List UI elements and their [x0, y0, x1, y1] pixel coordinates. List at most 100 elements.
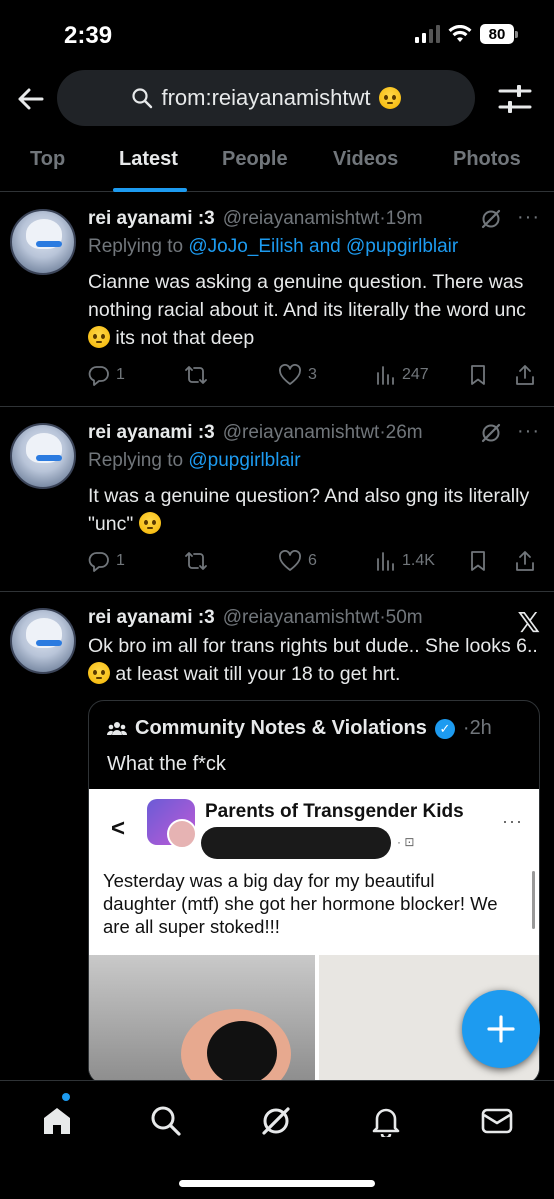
tweet-1[interactable]: rei ayanami :3 @reiayanamishtwt · 19m ··… — [0, 193, 554, 407]
bell-icon — [372, 1108, 400, 1137]
bookmark-button[interactable] — [468, 550, 488, 572]
tab-latest[interactable]: Latest — [119, 148, 178, 171]
tab-videos[interactable]: Videos — [333, 148, 398, 171]
repost-icon — [185, 552, 207, 570]
repost-button[interactable] — [184, 364, 208, 386]
tweet-time: 19m — [385, 208, 423, 229]
views-button[interactable]: 1.4K — [374, 550, 435, 572]
like-button[interactable]: 3 — [278, 364, 317, 386]
view-count: 247 — [402, 366, 429, 383]
reply-mentions[interactable]: @pupgirlblair — [188, 450, 300, 471]
share-button[interactable] — [514, 550, 536, 572]
author-handle[interactable]: @reiayanamishtwt — [223, 607, 380, 629]
arrow-left-icon — [18, 88, 44, 110]
bookmark-icon — [471, 365, 485, 385]
repost-button[interactable] — [184, 550, 208, 572]
battery-icon: 80 — [480, 24, 518, 44]
more-icon[interactable]: ··· — [517, 420, 540, 443]
like-button[interactable]: 6 — [278, 550, 317, 572]
share-icon — [516, 551, 534, 571]
tab-top[interactable]: Top — [30, 148, 65, 171]
status-icons: 80 — [415, 24, 518, 44]
quote-header: Community Notes & Violations ✓ ·2h — [107, 717, 492, 740]
battery-level: 80 — [480, 24, 514, 44]
nav-home[interactable] — [37, 1101, 77, 1141]
tweet-header: rei ayanami :3 @reiayanamishtwt · 50m — [88, 607, 423, 629]
heart-icon — [279, 550, 301, 571]
nav-messages[interactable] — [477, 1101, 517, 1141]
search-icon — [132, 88, 153, 109]
reply-count: 1 — [116, 552, 125, 569]
cellular-signal-icon — [415, 25, 440, 43]
quote-time: 2h — [469, 717, 492, 739]
nav-notifications[interactable] — [366, 1101, 406, 1141]
reply-mentions[interactable]: @JoJo_Eilish and @pupgirlblair — [188, 236, 458, 257]
back-button[interactable] — [10, 80, 50, 118]
sliders-icon[interactable] — [498, 83, 532, 115]
reply-button[interactable]: 1 — [88, 550, 125, 572]
quote-author-name[interactable]: Community Notes & Violations — [135, 717, 427, 740]
author-name[interactable]: rei ayanami :3 — [88, 422, 215, 444]
tab-photos[interactable]: Photos — [453, 148, 521, 171]
views-button[interactable]: 247 — [374, 364, 429, 386]
avatar[interactable] — [10, 423, 76, 489]
compose-button[interactable] — [462, 990, 540, 1068]
like-count: 6 — [308, 552, 317, 569]
grok-icon — [262, 1107, 290, 1135]
community-icon — [107, 721, 127, 735]
tweet-time: 26m — [385, 422, 423, 443]
search-input[interactable]: from:reiayanamishtwt — [57, 70, 475, 126]
share-icon — [516, 365, 534, 385]
author-handle[interactable]: @reiayanamishtwt — [223, 208, 380, 230]
pleading-emoji-icon — [88, 662, 110, 684]
audience-icon: · ⊡ — [397, 835, 415, 849]
tweet-text: It was a genuine question? And also gng … — [88, 485, 530, 535]
tweet-header: rei ayanami :3 @reiayanamishtwt · 26m — [88, 422, 423, 444]
search-query: from:reiayanamishtwt — [161, 85, 371, 110]
scrollbar — [532, 871, 535, 929]
poster-avatar — [167, 819, 197, 849]
tweet-time: 50m — [385, 607, 423, 628]
view-count: 1.4K — [402, 552, 435, 569]
pleading-emoji-icon — [88, 326, 110, 348]
home-icon — [44, 1108, 70, 1134]
reply-icon — [88, 552, 109, 572]
tweet-actions: 1 3 247 — [88, 361, 540, 389]
tweet-actions: 1 6 1.4K — [88, 547, 540, 575]
views-icon — [377, 366, 394, 385]
heart-icon — [279, 364, 301, 385]
avatar[interactable] — [10, 608, 76, 674]
nav-grok[interactable] — [256, 1101, 296, 1141]
more-icon[interactable]: ··· — [517, 206, 540, 229]
author-name[interactable]: rei ayanami :3 — [88, 607, 215, 629]
home-indicator[interactable] — [179, 1180, 375, 1187]
share-button[interactable] — [514, 364, 536, 386]
plus-icon — [487, 1015, 515, 1043]
post-text: Yesterday was a big day for my beautiful… — [103, 870, 498, 937]
more-icon: ··· — [502, 811, 523, 831]
wifi-icon — [448, 25, 472, 42]
chevron-left-icon: < — [111, 815, 126, 842]
search-icon — [151, 1106, 181, 1136]
author-name[interactable]: rei ayanami :3 — [88, 208, 215, 230]
tweet-header: rei ayanami :3 @reiayanamishtwt · 19m — [88, 208, 423, 230]
grok-icon[interactable] — [480, 208, 502, 230]
photo-subject-redaction — [207, 1021, 277, 1083]
tab-people[interactable]: People — [222, 148, 288, 171]
like-count: 3 — [308, 366, 317, 383]
quote-text: What the f*ck — [107, 753, 226, 775]
views-icon — [377, 552, 394, 571]
nav-explore[interactable] — [146, 1101, 186, 1141]
author-handle[interactable]: @reiayanamishtwt — [223, 422, 380, 444]
active-tab-indicator — [113, 188, 187, 192]
tweet-2[interactable]: rei ayanami :3 @reiayanamishtwt · 26m ··… — [0, 407, 554, 592]
replying-to: Replying to @pupgirlblair — [88, 450, 301, 471]
grok-icon[interactable] — [480, 422, 502, 444]
status-bar: 2:39 80 — [0, 0, 554, 66]
avatar[interactable] — [10, 209, 76, 275]
bookmark-icon — [471, 551, 485, 571]
bookmark-button[interactable] — [468, 364, 488, 386]
reply-button[interactable]: 1 — [88, 364, 125, 386]
search-header: from:reiayanamishtwt — [0, 70, 554, 128]
tweet-text: Cianne was asking a genuine question. Th… — [88, 271, 526, 349]
